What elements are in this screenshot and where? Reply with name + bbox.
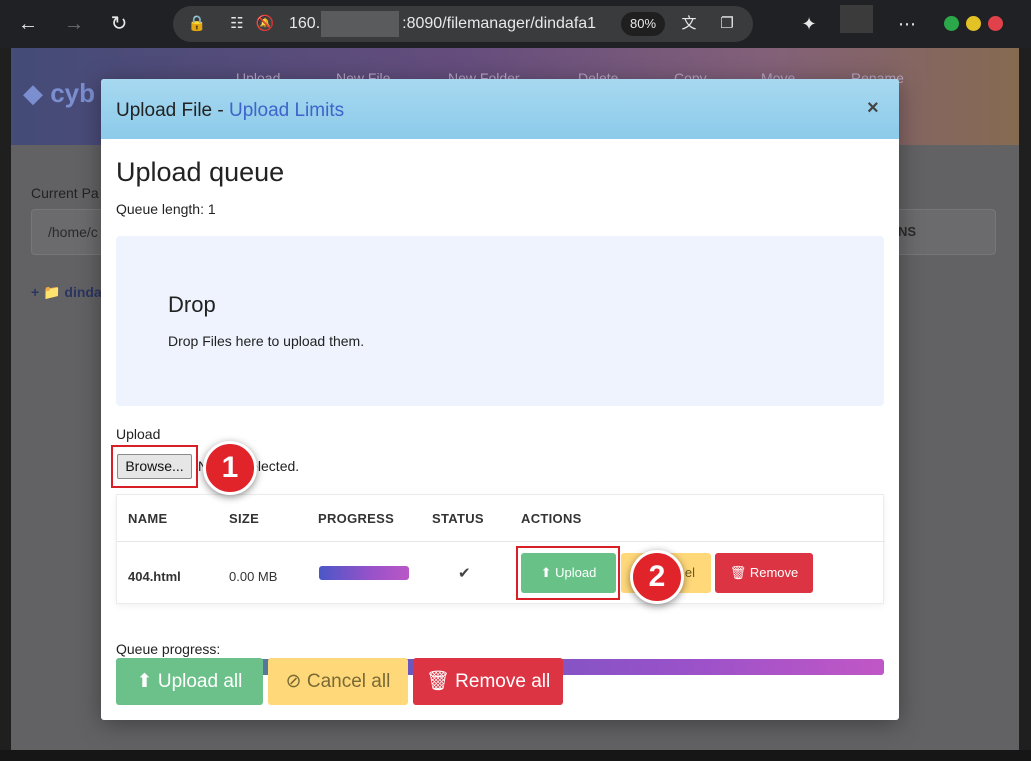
translate-icon[interactable]: 文 <box>679 14 699 34</box>
upload-icon: ⬆ <box>136 671 153 692</box>
remove-all-button[interactable]: 🗑 Remove all <box>413 658 563 705</box>
trash-icon: 🗑 <box>729 565 747 580</box>
close-icon[interactable]: × <box>867 97 879 120</box>
check-icon: ✔ <box>458 565 471 582</box>
more-menu-icon[interactable]: ⋯ <box>895 12 919 36</box>
redacted-url-segment <box>321 11 399 37</box>
file-progress-bar <box>319 566 409 580</box>
column-header-size: SIZE <box>229 511 260 526</box>
lock-icon[interactable]: 🔒 <box>187 14 207 34</box>
close-window-icon[interactable] <box>988 16 1003 31</box>
reading-list-icon[interactable]: ❐ <box>717 14 737 34</box>
queue-length: Queue length: 1 <box>116 201 216 217</box>
table-divider <box>117 541 885 542</box>
remove-file-button[interactable]: 🗑 Remove <box>715 553 813 593</box>
cyberpanel-logo: ◆ cyb <box>23 78 96 108</box>
taskbar-strip <box>0 750 1031 761</box>
browse-button[interactable]: Browse... <box>117 454 192 479</box>
upload-label: Upload <box>116 426 161 442</box>
queue-heading: Upload queue <box>116 157 285 187</box>
site-settings-icon[interactable]: ☷ <box>227 14 247 34</box>
folder-tree-item: + 📁 dinda <box>31 284 102 300</box>
annotation-badge-1: 1 <box>203 441 257 495</box>
queue-progress-label: Queue progress: <box>116 641 221 657</box>
notifications-off-icon[interactable]: 🔕 <box>255 14 275 34</box>
column-header-progress: PROGRESS <box>318 511 395 526</box>
upload-icon: ⬆ <box>540 565 552 580</box>
cancel-all-button[interactable]: ⊘ Cancel all <box>268 658 408 705</box>
annotation-badge-2: 2 <box>630 550 684 604</box>
trash-icon: 🗑 <box>425 671 450 692</box>
current-path-label: Current Pa <box>31 185 99 201</box>
upload-file-modal: Upload File - Upload Limits × Upload que… <box>101 79 899 720</box>
file-name-cell: 404.html <box>128 569 181 584</box>
modal-title: Upload File - Upload Limits <box>116 100 345 121</box>
drop-zone[interactable]: Drop Drop Files here to upload them. <box>116 236 884 406</box>
back-arrow-icon[interactable]: ← <box>16 12 40 36</box>
extensions-icon[interactable]: ✦ <box>797 12 821 36</box>
zoom-indicator[interactable]: 80% <box>621 12 665 36</box>
modal-header: Upload File - Upload Limits × <box>101 79 899 139</box>
address-bar[interactable]: 🔒 ☷ 🔕 160.:8090/filemanager/dindafa1 80%… <box>173 6 753 42</box>
upload-limits-link[interactable]: Upload Limits <box>229 100 344 121</box>
forward-arrow-icon[interactable]: → <box>62 12 86 36</box>
upload-file-button[interactable]: ⬆ Upload <box>521 553 616 593</box>
table-header-fragment: NS <box>891 209 996 255</box>
upload-all-button[interactable]: ⬆ Upload all <box>116 658 263 705</box>
reload-icon[interactable]: ↻ <box>107 12 131 36</box>
column-header-name: NAME <box>128 511 168 526</box>
maximize-window-icon[interactable] <box>944 16 959 31</box>
ban-icon: ⊘ <box>285 671 302 692</box>
restore-window-icon[interactable] <box>966 16 981 31</box>
profile-avatar[interactable] <box>840 5 873 33</box>
browser-toolbar: ← → ↻ 🔒 ☷ 🔕 160.:8090/filemanager/dindaf… <box>0 0 1031 48</box>
column-header-status: STATUS <box>432 511 484 526</box>
column-header-actions: ACTIONS <box>521 511 582 526</box>
drop-zone-title: Drop <box>168 292 216 317</box>
file-size-cell: 0.00 MB <box>229 569 278 584</box>
drop-zone-text: Drop Files here to upload them. <box>168 333 365 349</box>
